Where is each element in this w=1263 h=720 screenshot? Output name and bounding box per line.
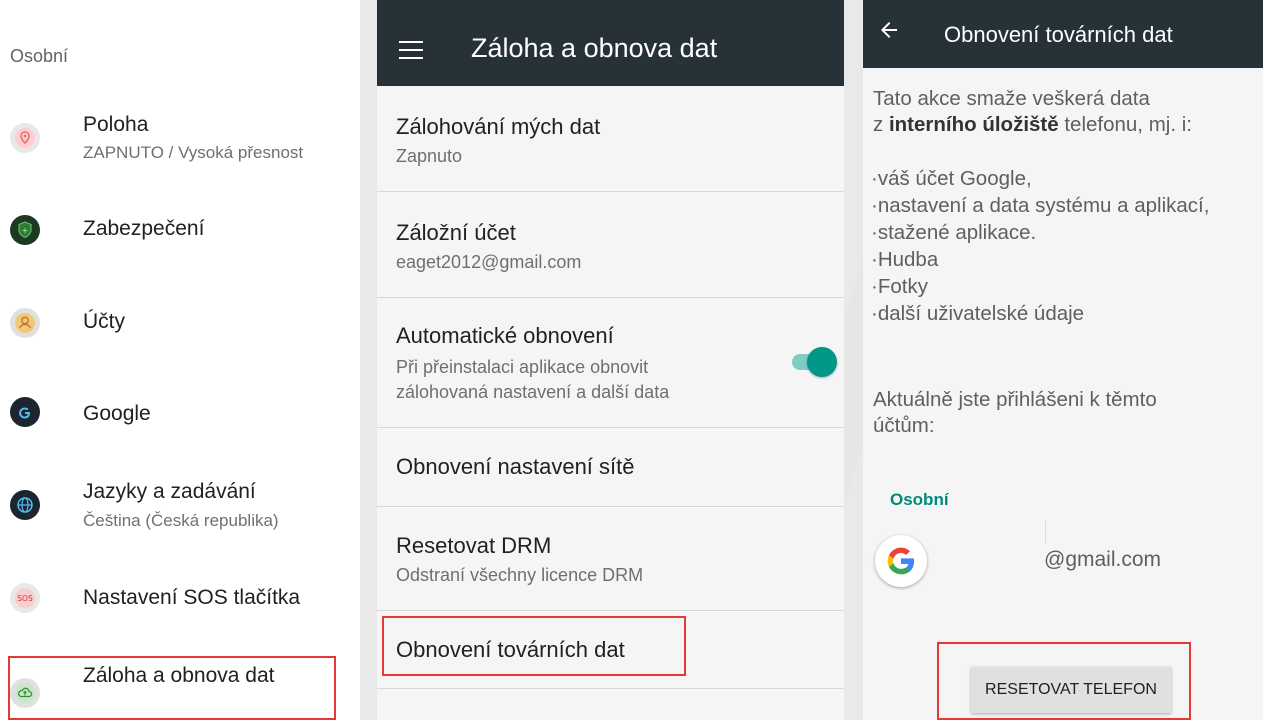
account-email: @gmail.com [1044,548,1162,571]
row-subtitle: Zapnuto [396,146,463,166]
settings-item-accounts[interactable]: Účty [0,305,360,345]
warning-text: Tato akce smaže veškerá data z interního… [873,86,1192,138]
app-bar: Obnovení továrních dat [863,0,1263,68]
highlight-box [8,656,336,720]
row-title: Automatické obnovení [396,323,614,348]
list-item: ·stažené aplikace. [871,221,1037,244]
accounts-line: účtům: [873,414,935,437]
text-fragment: telefonu, mj. i: [1058,113,1192,136]
page-title: Obnovení továrních dat [944,22,1173,47]
settings-item-subtitle: Čeština (Česká republika) [83,511,279,530]
bold-text: interního úložiště [888,113,1059,136]
svg-text:+: + [22,226,29,235]
settings-item-title: Google [83,402,151,425]
toggle-thumb [807,347,837,377]
sos-icon: SOS [10,583,40,613]
settings-item-security[interactable]: + Zabezpečení [0,212,360,252]
row-auto-restore[interactable]: Automatické obnovení Při přeinstalaci ap… [377,298,844,428]
row-title: Resetovat DRM [396,533,552,558]
row-title: Záložní účet [396,220,516,245]
settings-item-title: Zabezpečení [83,217,205,240]
google-icon [10,397,40,427]
row-subtitle: eaget2012@gmail.com [396,252,582,272]
highlight-box [937,642,1191,720]
warning-line: z interního úložiště telefonu, mj. i: [873,112,1192,138]
shield-icon: + [10,215,40,245]
back-arrow-icon[interactable] [877,18,901,42]
app-bar: Záloha a obnova dat [377,0,844,86]
section-title: Osobní [10,46,69,66]
row-backup-my-data[interactable]: Zálohování mých dat Zapnuto [377,86,844,192]
row-subtitle: Při přeinstalaci aplikace obnovit [396,357,649,377]
settings-item-google[interactable]: Google [0,394,360,434]
text-fragment: z [873,113,889,136]
row-title: Obnovení nastavení sítě [396,454,635,479]
bullet-list: ·váš účet Google, ·nastavení a data syst… [871,165,1209,327]
location-icon [10,123,40,153]
row-subtitle: Odstraní všechny licence DRM [396,565,644,585]
settings-item-sos[interactable]: SOS Nastavení SOS tlačítka [0,581,360,621]
accounts-text: Aktuálně jste přihlášeni k těmto účtům: [873,387,1157,439]
accounts-line: Aktuálně jste přihlášeni k těmto [873,388,1157,411]
auto-restore-toggle[interactable] [790,347,837,377]
text-caret [1045,521,1046,543]
backup-restore-panel: Záloha a obnova dat Zálohování mých dat … [377,0,844,720]
list-item: ·Fotky [871,275,928,298]
list-item: ·nastavení a data systému a aplikací, [871,194,1210,217]
row-subtitle: zálohovaná nastavení a další data [396,382,670,402]
settings-personal-panel: Osobní Poloha ZAPNUTO / Vysoká přesnost … [0,0,360,720]
settings-item-title: Účty [83,310,125,333]
svg-text:SOS: SOS [17,594,33,603]
globe-icon [10,490,40,520]
highlight-box [382,616,686,676]
settings-item-title: Nastavení SOS tlačítka [83,586,301,609]
settings-item-title: Poloha [83,113,149,136]
account-section-label: Osobní [890,490,949,509]
row-network-reset[interactable]: Obnovení nastavení sítě [377,428,844,507]
list-item: ·Hudba [871,248,939,271]
google-icon [875,535,927,587]
list-item: ·další uživatelské údaje [871,302,1085,325]
warning-line: Tato akce smaže veškerá data [873,87,1150,110]
list-item: ·váš účet Google, [871,167,1032,190]
menu-icon[interactable] [399,41,423,59]
account-icon [10,308,40,338]
settings-item-location[interactable]: Poloha ZAPNUTO / Vysoká přesnost [0,110,360,180]
settings-item-subtitle: ZAPNUTO / Vysoká přesnost [83,143,304,162]
row-title: Zálohování mých dat [396,114,601,139]
page-title: Záloha a obnova dat [471,33,718,63]
factory-reset-panel: Obnovení továrních dat Tato akce smaže v… [863,0,1263,720]
row-reset-drm[interactable]: Resetovat DRM Odstraní všechny licence D… [377,507,844,611]
settings-item-languages[interactable]: Jazyky a zadávání Čeština (Česká republi… [0,480,360,540]
settings-item-title: Jazyky a zadávání [83,480,256,503]
row-backup-account[interactable]: Záložní účet eaget2012@gmail.com [377,192,844,298]
